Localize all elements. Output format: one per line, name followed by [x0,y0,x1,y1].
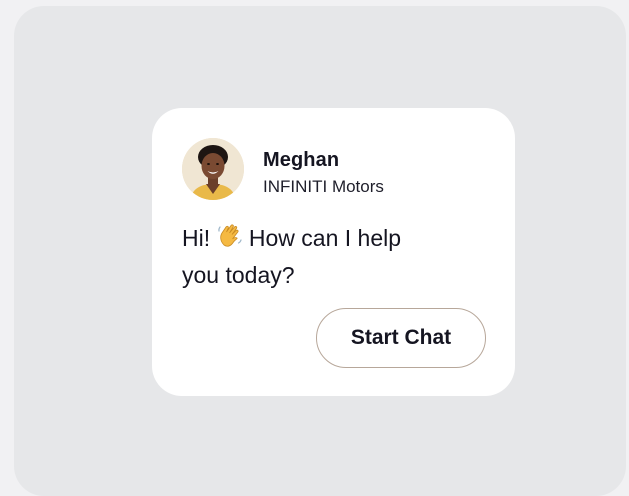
widget-backdrop: Meghan INFINITI Motors Hi! How can I hel… [14,6,626,496]
greeting-message: Hi! How can I help you today? [182,221,432,292]
waving-hand-icon [217,223,243,258]
person-avatar-icon [182,138,244,200]
greeting-text-start: Hi! [182,225,217,251]
avatar [182,138,244,200]
agent-header: Meghan INFINITI Motors [182,138,495,202]
start-chat-button[interactable]: Start Chat [316,308,486,368]
agent-company: INFINITI Motors [263,177,384,196]
chat-widget-card: Meghan INFINITI Motors Hi! How can I hel… [152,108,515,396]
agent-name: Meghan [263,149,340,171]
